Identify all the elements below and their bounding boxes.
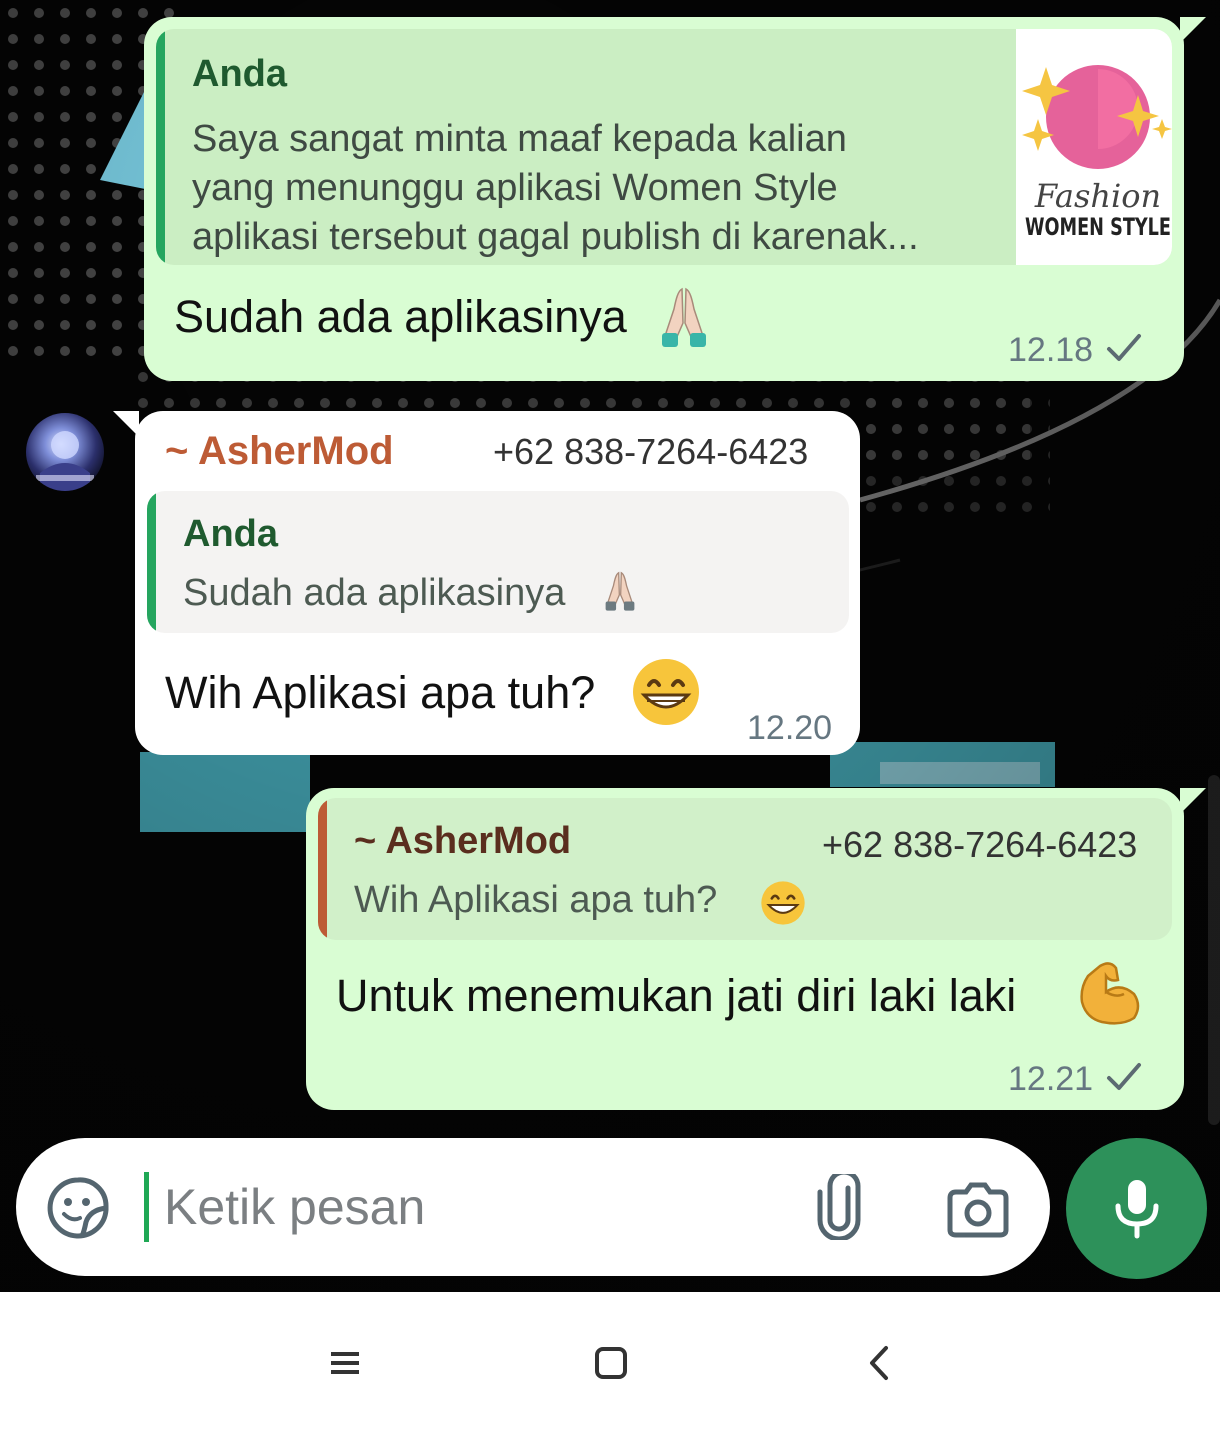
message-time: 12.21 (1008, 1060, 1094, 1098)
quote-author: ~ AsherMod (354, 820, 572, 862)
quoted-message[interactable]: Anda Saya sangat minta maaf kepada kalia… (156, 29, 1172, 265)
grinning-face-emoji-icon (761, 881, 805, 925)
system-navigation-bar (0, 1292, 1220, 1434)
message-text: Untuk menemukan jati diri laki laki (336, 970, 1017, 1021)
sticker-icon[interactable] (46, 1176, 110, 1240)
folded-hands-emoji-icon (662, 287, 706, 347)
sent-check-icon (1107, 1063, 1141, 1090)
message-bubble-outgoing[interactable]: ~ AsherMod +62 838-7264-6423 Wih Aplikas… (306, 788, 1184, 1110)
bubble-tail (1180, 17, 1206, 43)
voice-record-button[interactable] (1066, 1138, 1207, 1279)
logo-brand: WOMEN STYLE (1025, 213, 1171, 241)
message-time: 12.18 (1008, 331, 1094, 369)
quoted-message[interactable]: Anda Sudah ada aplikasinya (147, 491, 849, 633)
quote-text-line: yang menunggu aplikasi Women Style (192, 167, 838, 209)
microphone-icon (1115, 1180, 1159, 1239)
sent-check-icon (1107, 334, 1141, 361)
folded-hands-emoji-icon (605, 571, 635, 611)
quoted-message[interactable]: ~ AsherMod +62 838-7264-6423 Wih Aplikas… (318, 798, 1172, 940)
women-style-logo: Fashion WOMEN STYLE (1022, 65, 1172, 241)
grinning-face-emoji-icon (633, 659, 699, 725)
sender-name[interactable]: ~ AsherMod (165, 429, 394, 474)
attach-icon[interactable] (814, 1174, 864, 1240)
flexed-biceps-emoji-icon (1080, 962, 1140, 1025)
camera-icon[interactable] (946, 1182, 1010, 1238)
quote-text-line: aplikasi tersebut gagal publish di karen… (192, 216, 919, 258)
message-input[interactable] (164, 1176, 804, 1238)
bubble-tail (113, 411, 139, 437)
logo-script: Fashion (1034, 177, 1161, 215)
back-icon[interactable] (850, 1332, 912, 1394)
sender-phone: +62 838-7264-6423 (493, 431, 809, 472)
quote-author: Anda (183, 513, 278, 555)
bubble-tail (1180, 788, 1206, 814)
menu-icon[interactable] (314, 1332, 376, 1394)
text-cursor (144, 1172, 149, 1242)
quote-bar (156, 29, 165, 265)
quote-text-line: Saya sangat minta maaf kepada kalian (192, 118, 847, 160)
quote-thumbnail: Fashion WOMEN STYLE (1016, 29, 1172, 265)
quote-text: Sudah ada aplikasinya (183, 572, 566, 614)
scrollbar-thumb[interactable] (1208, 775, 1220, 1125)
quote-bar (318, 798, 327, 940)
quote-bar (147, 491, 156, 633)
chat-area[interactable]: Anda Saya sangat minta maaf kepada kalia… (0, 0, 1220, 1292)
home-icon[interactable] (580, 1332, 642, 1394)
message-text: Sudah ada aplikasinya (174, 291, 627, 342)
sender-avatar[interactable] (26, 413, 104, 491)
message-bubble-outgoing[interactable]: Anda Saya sangat minta maaf kepada kalia… (144, 17, 1184, 381)
quote-text: Wih Aplikasi apa tuh? (354, 879, 718, 921)
quote-phone: +62 838-7264-6423 (822, 824, 1138, 865)
message-bubble-incoming[interactable]: ~ AsherMod +62 838-7264-6423 Anda Sudah … (135, 411, 860, 755)
message-text: Wih Aplikasi apa tuh? (165, 667, 596, 718)
quote-author: Anda (192, 53, 287, 95)
message-time: 12.20 (747, 709, 833, 747)
message-composer (16, 1138, 1050, 1276)
